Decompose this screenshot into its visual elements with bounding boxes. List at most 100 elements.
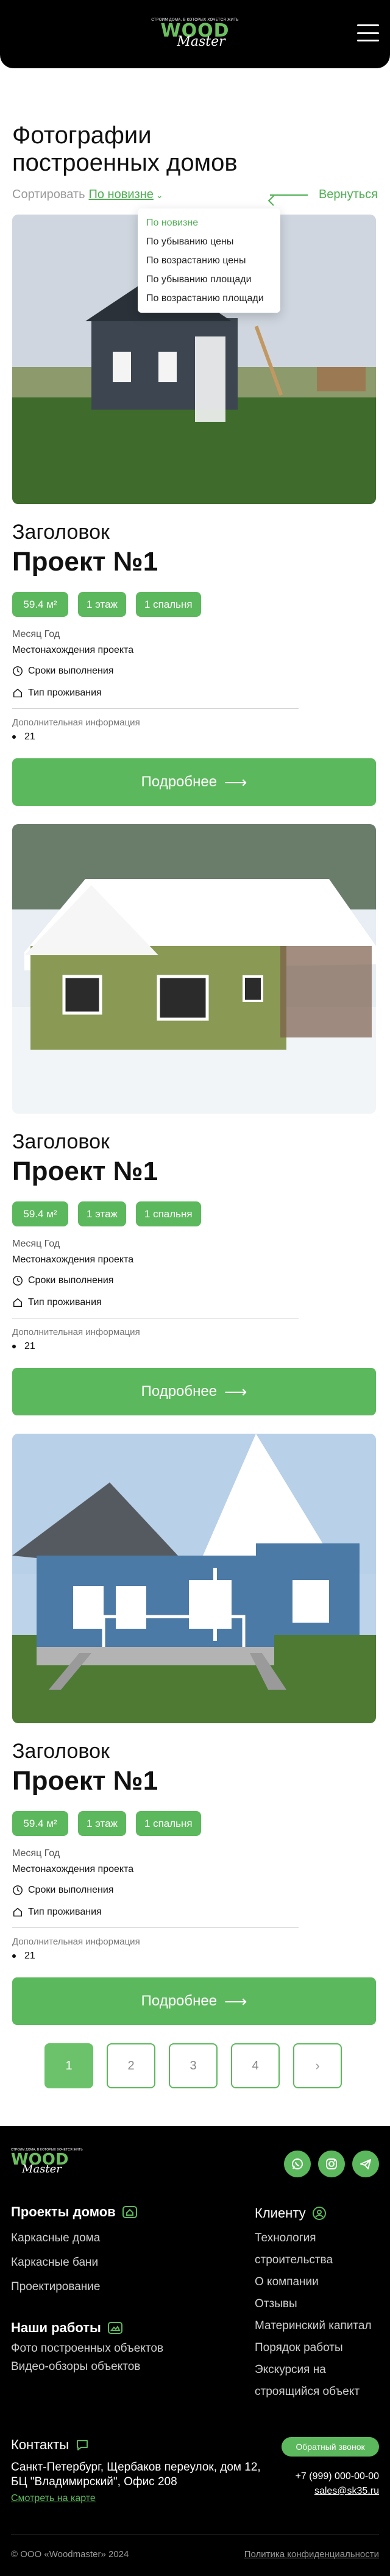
- footer-link[interactable]: Материнский капитал: [255, 2315, 389, 2337]
- project-eyebrow: Заголовок: [12, 521, 110, 544]
- instagram-icon[interactable]: [318, 2151, 345, 2177]
- page-button[interactable]: 1: [44, 2043, 93, 2088]
- more-button-label: Подробнее: [141, 1383, 218, 1400]
- site-logo[interactable]: СТРОИМ ДОМА, В КОТОРЫХ ХОЧЕТСЯ ЖИТЬ WOOD…: [151, 18, 238, 55]
- bullet-icon: [12, 735, 16, 739]
- sort-option[interactable]: По возрастанию площади: [146, 289, 272, 308]
- project-location: Местонахождения проекта: [12, 1864, 134, 1874]
- next-page-button[interactable]: ›: [293, 2043, 342, 2088]
- floors-chip: 1 этаж: [78, 1201, 126, 1226]
- footer-link[interactable]: Экскурсия на строящийся объект: [255, 2359, 389, 2403]
- page-button[interactable]: 3: [169, 2043, 218, 2088]
- copyright: © ООО «Woodmaster» 2024: [11, 2549, 129, 2560]
- back-label: Вернуться: [318, 188, 378, 201]
- more-button-label: Подробнее: [141, 1993, 218, 2009]
- more-button-label: Подробнее: [141, 774, 218, 790]
- area-chip: 59.4 м²: [12, 1811, 68, 1836]
- social-links: [284, 2151, 379, 2177]
- more-button[interactable]: Подробнее ⟶: [12, 1977, 376, 2025]
- sort-label: Сортировать: [12, 188, 85, 201]
- burger-line: [357, 24, 379, 26]
- area-chip: 59.4 м²: [12, 592, 68, 617]
- sort-option[interactable]: По новизне: [146, 213, 272, 232]
- site-header: СТРОИМ ДОМА, В КОТОРЫХ ХОЧЕТСЯ ЖИТЬ WOOD…: [0, 0, 390, 68]
- footer-contacts-heading-label: Контакты: [11, 2437, 69, 2452]
- extra-info-label: Дополнительная информация: [12, 1937, 140, 1947]
- bedrooms-chip: 1 спальня: [135, 1811, 201, 1836]
- project-title: Проект №1: [12, 1766, 158, 1796]
- arrow-right-icon: ⟶: [224, 1382, 247, 1401]
- footer-link[interactable]: Порядок работы: [255, 2337, 389, 2359]
- footer-link[interactable]: Видео-обзоры объектов: [11, 2358, 194, 2376]
- footer-link[interactable]: Каркасные бани: [11, 2250, 194, 2275]
- footer-link[interactable]: Технология строительства: [255, 2227, 389, 2271]
- footer-link[interactable]: Каркасные дома: [11, 2226, 194, 2250]
- footer-client-heading-label: Клиенту: [255, 2205, 306, 2221]
- footer-client-heading[interactable]: Клиенту: [255, 2205, 389, 2221]
- sort-select[interactable]: По новизне: [89, 188, 154, 201]
- extra-info-value: 21: [24, 731, 35, 742]
- sort-dropdown: По новизне По убыванию цены По возрастан…: [138, 208, 280, 313]
- page-button[interactable]: 4: [231, 2043, 280, 2088]
- project-location: Местонахождения проекта: [12, 645, 134, 655]
- footer-link[interactable]: Отзывы: [255, 2293, 389, 2315]
- callback-button[interactable]: Обратный звонок: [282, 2437, 379, 2457]
- page-button[interactable]: 2: [107, 2043, 155, 2088]
- telegram-icon[interactable]: [352, 2151, 379, 2177]
- burger-line: [357, 32, 379, 34]
- footer-phone[interactable]: +7 (999) 000-00-00: [296, 2471, 379, 2482]
- whatsapp-icon[interactable]: [284, 2151, 311, 2177]
- logo-master: Master: [177, 34, 225, 49]
- project-chips: 59.4 м² 1 этаж 1 спальня: [12, 592, 376, 617]
- project-term: Сроки выполнения: [28, 1275, 114, 1286]
- project-date: Месяц Год: [12, 1239, 60, 1249]
- project-eyebrow: Заголовок: [12, 1130, 110, 1153]
- footer-projects-heading[interactable]: Проекты домов: [11, 2204, 194, 2220]
- pagination: 1 2 3 4 ›: [44, 2043, 342, 2088]
- footer-link[interactable]: О компании: [255, 2271, 389, 2293]
- bullet-icon: [12, 1345, 16, 1348]
- sort-option[interactable]: По убыванию площади: [146, 270, 272, 289]
- project-photo[interactable]: [12, 1434, 376, 1723]
- footer-projects: Проекты домов Каркасные дома Каркасные б…: [11, 2204, 194, 2299]
- bedrooms-chip: 1 спальня: [135, 592, 201, 617]
- project-card: Заголовок Проект №1 59.4 м² 1 этаж 1 спа…: [12, 1434, 376, 2025]
- project-title: Проект №1: [12, 1156, 158, 1186]
- extra-info-item: 21: [12, 1341, 376, 1352]
- more-button[interactable]: Подробнее ⟶: [12, 1368, 376, 1415]
- project-date: Месяц Год: [12, 629, 60, 639]
- project-chips: 59.4 м² 1 этаж 1 спальня: [12, 1811, 376, 1836]
- user-icon: [312, 2207, 326, 2220]
- footer-email[interactable]: sales@sk35.ru: [314, 2486, 379, 2497]
- floors-chip: 1 этаж: [78, 592, 126, 617]
- project-card: Заголовок Проект №1 59.4 м² 1 этаж 1 спа…: [12, 824, 376, 1415]
- divider: [12, 1927, 299, 1928]
- project-term: Сроки выполнения: [28, 1885, 114, 1895]
- footer-logo[interactable]: СТРОИМ ДОМА, В КОТОРЫХ ХОЧЕТСЯ ЖИТЬ WOOD…: [11, 2148, 84, 2175]
- footer-link[interactable]: Фото построенных объектов: [11, 2339, 194, 2358]
- project-eyebrow: Заголовок: [12, 1740, 110, 1763]
- sort-option[interactable]: По убыванию цены: [146, 232, 272, 251]
- back-link[interactable]: Вернуться: [269, 188, 378, 202]
- arrow-right-icon: ⟶: [224, 772, 247, 791]
- area-chip: 59.4 м²: [12, 1201, 68, 1226]
- project-living-row: Тип проживания: [12, 1905, 376, 1919]
- project-date: Месяц Год: [12, 1848, 60, 1859]
- privacy-policy-link[interactable]: Политика конфиденциальности: [244, 2549, 379, 2560]
- extra-info-item: 21: [12, 1951, 376, 1962]
- chevron-down-icon[interactable]: ⌄: [156, 190, 163, 200]
- sort-bar: Сортировать По новизне ⌄ Вернуться: [12, 188, 378, 204]
- extra-info-value: 21: [24, 1951, 35, 1961]
- footer-link[interactable]: Проектирование: [11, 2275, 194, 2299]
- project-term-row: Сроки выполнения: [12, 1884, 376, 1897]
- footer-works-heading[interactable]: Наши работы: [11, 2320, 194, 2336]
- more-button[interactable]: Подробнее ⟶: [12, 758, 376, 806]
- project-photo[interactable]: [12, 824, 376, 1114]
- extra-info-label: Дополнительная информация: [12, 717, 140, 728]
- menu-burger-icon[interactable]: [357, 24, 379, 41]
- extra-info-label: Дополнительная информация: [12, 1327, 140, 1337]
- map-link[interactable]: Смотреть на карте: [11, 2493, 96, 2504]
- sort-option[interactable]: По возрастанию цены: [146, 251, 272, 270]
- bedrooms-chip: 1 спальня: [135, 1201, 201, 1226]
- floors-chip: 1 этаж: [78, 1811, 126, 1836]
